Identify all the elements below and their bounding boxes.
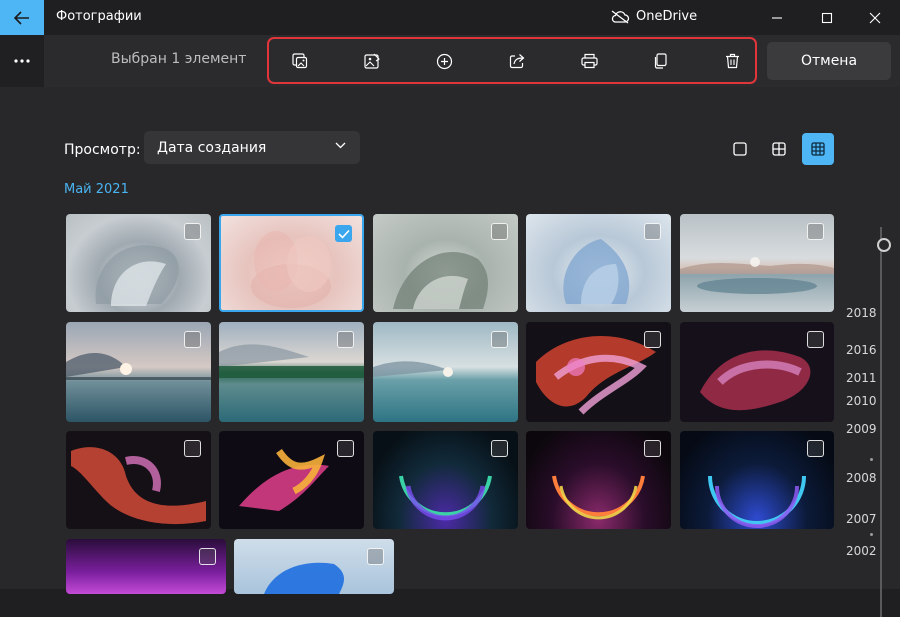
more-icon: [14, 59, 30, 63]
minimize-button[interactable]: [752, 0, 802, 35]
timeline-year[interactable]: 2009: [846, 422, 877, 436]
photo-thumbnail[interactable]: [526, 431, 671, 529]
close-icon: [869, 12, 881, 23]
photo-thumbnail-selected[interactable]: [219, 214, 364, 312]
title-bar: Фотографии OneDrive: [0, 0, 900, 35]
delete-icon: [725, 53, 739, 69]
select-checkbox[interactable]: [491, 440, 508, 457]
add-to-icon: [436, 53, 452, 69]
photo-thumbnail[interactable]: [66, 431, 211, 529]
select-checkbox[interactable]: [337, 331, 354, 348]
command-bar: Выбран 1 элемент Отмена: [0, 35, 900, 87]
select-checkbox[interactable]: [337, 440, 354, 457]
select-checkbox[interactable]: [807, 223, 824, 240]
select-checkbox[interactable]: [491, 223, 508, 240]
select-checkbox[interactable]: [491, 331, 508, 348]
single-square-icon: [733, 142, 747, 156]
selection-toolbar: [267, 37, 757, 84]
arrow-left-icon: [14, 10, 29, 25]
chevron-down-icon: [335, 142, 346, 149]
add-to-button[interactable]: [427, 46, 461, 76]
select-checkbox[interactable]: [184, 223, 201, 240]
select-checkbox[interactable]: [367, 548, 384, 565]
copy-button[interactable]: [643, 46, 677, 76]
photo-thumbnail[interactable]: [66, 322, 211, 422]
photo-thumbnail[interactable]: [526, 322, 671, 422]
print-button[interactable]: [572, 46, 606, 76]
small-view-button[interactable]: [802, 133, 834, 165]
timeline-year[interactable]: 2016: [846, 343, 877, 357]
checkmark-icon: [337, 229, 350, 239]
close-button[interactable]: [850, 0, 900, 35]
photo-thumbnail[interactable]: [373, 214, 518, 312]
timeline-thumb[interactable]: [877, 238, 891, 252]
photo-thumbnail[interactable]: [234, 539, 394, 594]
timeline-year[interactable]: 2011: [846, 371, 877, 385]
select-checkbox[interactable]: [644, 223, 661, 240]
photo-thumbnail[interactable]: [680, 431, 834, 529]
back-button[interactable]: [0, 0, 44, 35]
grid-3x3-icon: [811, 142, 825, 156]
month-header: Май 2021: [64, 182, 129, 197]
timeline-dot: [870, 533, 873, 536]
select-checkbox[interactable]: [644, 331, 661, 348]
select-checkbox[interactable]: [644, 440, 661, 457]
timeline-year[interactable]: 2002: [846, 544, 877, 558]
timeline-year[interactable]: 2018: [846, 306, 877, 320]
edit-image-button[interactable]: [283, 46, 317, 76]
timeline-track[interactable]: [880, 227, 882, 617]
share-icon: [509, 54, 525, 69]
view-dropdown[interactable]: Дата создания: [144, 131, 360, 164]
minimize-icon: [772, 16, 782, 19]
maximize-button[interactable]: [802, 0, 852, 35]
timeline-year[interactable]: 2008: [846, 471, 877, 485]
onedrive-status[interactable]: OneDrive: [610, 9, 697, 24]
select-checkbox[interactable]: [184, 440, 201, 457]
timeline-year[interactable]: 2007: [846, 512, 877, 526]
view-dropdown-value: Дата создания: [157, 140, 267, 156]
timeline-dot: [870, 458, 873, 461]
photo-thumbnail[interactable]: [526, 214, 671, 312]
select-checkbox[interactable]: [807, 440, 824, 457]
gallery-area: Просмотр: Дата создания Май 2021 2018 20…: [0, 87, 900, 617]
delete-button[interactable]: [715, 46, 749, 76]
large-view-button[interactable]: [724, 133, 756, 165]
copy-icon: [654, 53, 667, 69]
maximize-icon: [821, 12, 833, 23]
share-button[interactable]: [500, 46, 534, 76]
print-icon: [580, 53, 598, 69]
photo-thumbnail[interactable]: [219, 431, 364, 529]
cloud-offline-icon: [611, 9, 630, 24]
photo-thumbnail[interactable]: [373, 431, 518, 529]
photo-thumbnail[interactable]: [66, 539, 226, 594]
edit-create-button[interactable]: [355, 46, 389, 76]
photo-thumbnail[interactable]: [66, 214, 211, 312]
select-checkbox[interactable]: [184, 331, 201, 348]
photo-thumbnail[interactable]: [680, 214, 834, 312]
edit-image-icon: [292, 53, 308, 69]
timeline-year[interactable]: 2010: [846, 394, 877, 408]
app-title: Фотографии: [56, 9, 142, 24]
edit-create-icon: [364, 53, 380, 69]
more-button[interactable]: [0, 35, 44, 87]
cancel-button[interactable]: Отмена: [767, 42, 891, 80]
photo-thumbnail[interactable]: [219, 322, 364, 422]
medium-view-button[interactable]: [763, 133, 795, 165]
view-label: Просмотр:: [64, 142, 141, 158]
select-checkbox-checked[interactable]: [335, 225, 352, 242]
photo-thumbnail[interactable]: [680, 322, 834, 422]
grid-2x2-icon: [772, 142, 786, 156]
selection-count-text: Выбран 1 элемент: [111, 51, 247, 67]
onedrive-label: OneDrive: [636, 9, 698, 24]
select-checkbox[interactable]: [807, 331, 824, 348]
select-checkbox[interactable]: [199, 548, 216, 565]
photo-thumbnail[interactable]: [373, 322, 518, 422]
